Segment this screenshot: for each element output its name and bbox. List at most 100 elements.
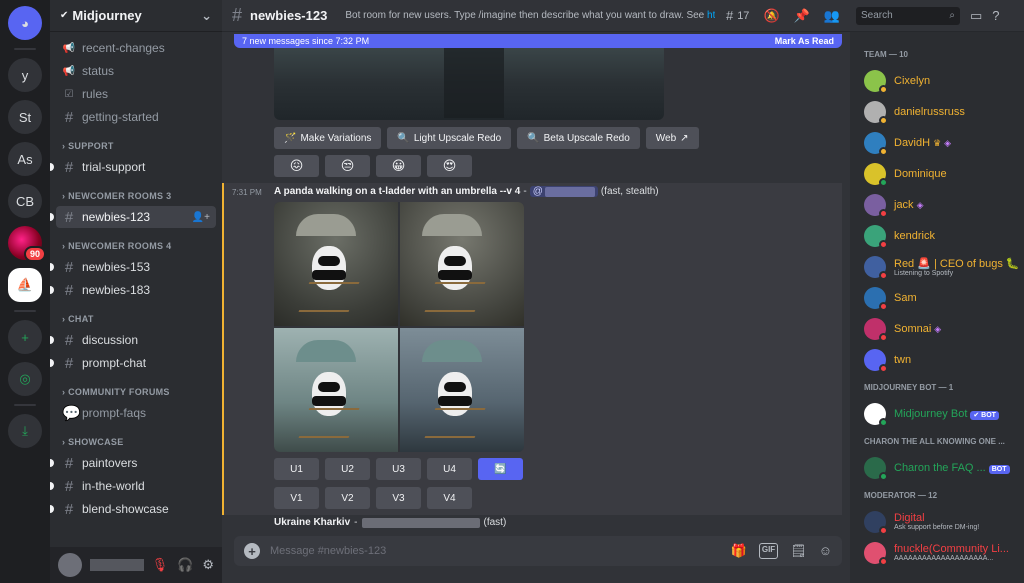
member-item[interactable]: Sam: [858, 282, 1016, 313]
avatar[interactable]: [864, 69, 888, 94]
generated-image[interactable]: [400, 328, 524, 452]
message-composer[interactable]: + Message #newbies-123 🎁 GIF 🗒 ☺: [234, 536, 842, 566]
mute-channel-icon[interactable]: 🔕: [763, 8, 779, 24]
mute-mic-icon[interactable]: 🎙: [152, 557, 169, 573]
member-item[interactable]: Digital Ask support before DM-ing!: [858, 506, 1016, 537]
avatar[interactable]: [864, 255, 888, 280]
variation-v3-button[interactable]: V3: [376, 487, 421, 509]
member-item[interactable]: Somnai ◈: [858, 313, 1016, 344]
server-icon[interactable]: 90: [8, 226, 46, 262]
upscale-u1-button[interactable]: U1: [274, 458, 319, 480]
previous-image[interactable]: [274, 48, 664, 120]
explore-servers-icon[interactable]: ◎: [8, 362, 42, 396]
gear-icon[interactable]: ⚙: [202, 557, 214, 573]
member-item[interactable]: Charon the FAQ ... BOT: [858, 452, 1016, 483]
category-chat[interactable]: › CHAT: [56, 302, 216, 328]
member-item[interactable]: Dominique: [858, 158, 1016, 189]
sticker-icon[interactable]: 🗒: [790, 543, 807, 559]
generated-image[interactable]: [274, 202, 398, 326]
channel-getting-started[interactable]: # getting-started: [56, 106, 216, 128]
member-item[interactable]: twn: [858, 344, 1016, 375]
category-showcase[interactable]: › SHOWCASE: [56, 425, 216, 451]
reaction-button[interactable]: 😖: [274, 155, 319, 177]
server-icon[interactable]: St: [8, 100, 42, 134]
channel-newbies-123[interactable]: # newbies-123 👤+: [50, 206, 216, 228]
button-make-variations[interactable]: 🪄 Make Variations: [274, 127, 382, 149]
reroll-button[interactable]: 🔄: [478, 458, 523, 480]
server-icon[interactable]: CB: [8, 184, 42, 218]
button-beta-upscale-redo[interactable]: 🔍 Beta Upscale Redo: [517, 127, 640, 149]
channel-newbies-183[interactable]: # newbies-183: [50, 279, 216, 301]
attach-plus-icon[interactable]: +: [244, 543, 260, 559]
generated-image[interactable]: [400, 202, 524, 326]
channel-in-the-world[interactable]: # in-the-world: [50, 475, 216, 497]
avatar[interactable]: [864, 510, 888, 535]
channel-rules[interactable]: ☑ rules: [56, 83, 216, 105]
avatar[interactable]: [864, 162, 888, 187]
gift-icon[interactable]: 🎁: [731, 543, 747, 559]
channel-discussion[interactable]: # discussion: [50, 329, 216, 351]
category-newcomer-rooms-4[interactable]: › NEWCOMER ROOMS 4: [56, 229, 216, 255]
avatar[interactable]: [864, 348, 888, 373]
avatar[interactable]: [864, 286, 888, 311]
image-grid[interactable]: [274, 202, 524, 452]
member-item[interactable]: danielrussruss: [858, 96, 1016, 127]
headphones-icon[interactable]: 🎧: [177, 557, 193, 573]
avatar[interactable]: [864, 131, 888, 156]
avatar[interactable]: [864, 541, 888, 566]
avatar[interactable]: [58, 553, 82, 577]
avatar[interactable]: [864, 100, 888, 125]
server-icon[interactable]: As: [8, 142, 42, 176]
discord-home-icon[interactable]: ◕: [8, 6, 42, 40]
member-item[interactable]: jack ◈: [858, 189, 1016, 220]
member-item[interactable]: fnuckle(Community Li... AAAAAAAAAAAAAAAAA…: [858, 537, 1016, 568]
channel-newbies-153[interactable]: # newbies-153: [50, 256, 216, 278]
user-mention[interactable]: @: [529, 186, 598, 197]
guild-header[interactable]: ✔ Midjourney ⌄: [50, 0, 222, 32]
mark-as-read-button[interactable]: Mark As Read: [775, 36, 834, 46]
variation-v4-button[interactable]: V4: [427, 487, 472, 509]
channel-prompt-faqs[interactable]: 💬 prompt-faqs: [56, 402, 216, 424]
upscale-u2-button[interactable]: U2: [325, 458, 370, 480]
category-support[interactable]: › SUPPORT: [56, 129, 216, 155]
search-input[interactable]: Search ⌕: [856, 6, 960, 25]
members-icon[interactable]: 👥: [824, 8, 840, 24]
channel-topic[interactable]: Bot room for new users. Type /imagine th…: [345, 10, 715, 21]
button-light-upscale-redo[interactable]: 🔍 Light Upscale Redo: [387, 127, 512, 149]
midjourney-server-icon[interactable]: ⛵: [8, 268, 42, 302]
download-apps-icon[interactable]: ⤓: [8, 414, 42, 448]
add-server-icon[interactable]: +: [8, 320, 42, 354]
threads-icon[interactable]: #: [726, 8, 733, 23]
generated-image[interactable]: [274, 328, 398, 452]
channel-trial-support[interactable]: # trial-support: [50, 156, 216, 178]
avatar[interactable]: [864, 456, 888, 481]
emoji-icon[interactable]: ☺: [819, 543, 832, 559]
avatar[interactable]: [864, 317, 888, 342]
new-messages-bar[interactable]: 7 new messages since 7:32 PM Mark As Rea…: [234, 34, 842, 48]
member-item[interactable]: Red 🚨 | CEO of bugs 🐛 Listening to Spotif…: [858, 251, 1020, 282]
member-item[interactable]: Midjourney Bot ✔ BOT: [858, 398, 1016, 429]
topic-link[interactable]: https:: [707, 10, 715, 21]
avatar[interactable]: [864, 402, 888, 427]
help-icon[interactable]: ?: [992, 8, 999, 23]
variation-v1-button[interactable]: V1: [274, 487, 319, 509]
channel-blend-showcase[interactable]: # blend-showcase: [50, 498, 216, 520]
member-item[interactable]: DavidH ♛ ◈: [858, 127, 1016, 158]
member-item[interactable]: Cixelyn: [858, 65, 1016, 96]
button-web[interactable]: Web ↗: [645, 127, 699, 149]
message-input[interactable]: Message #newbies-123: [270, 545, 386, 557]
upscale-u3-button[interactable]: U3: [376, 458, 421, 480]
pin-icon[interactable]: 📌: [794, 8, 810, 24]
channel-recent-changes[interactable]: 📢 recent-changes: [56, 37, 216, 59]
category-newcomer-rooms-3[interactable]: › NEWCOMER ROOMS 3: [56, 179, 216, 205]
avatar[interactable]: [864, 193, 888, 218]
gif-button[interactable]: GIF: [758, 543, 779, 559]
channel-paintovers[interactable]: # paintovers: [50, 452, 216, 474]
avatar[interactable]: [864, 224, 888, 249]
server-icon[interactable]: y: [8, 58, 42, 92]
category-community-forums[interactable]: › COMMUNITY FORUMS: [56, 375, 216, 401]
upscale-u4-button[interactable]: U4: [427, 458, 472, 480]
member-item[interactable]: kendrick: [858, 220, 1016, 251]
inbox-icon[interactable]: ▭: [970, 8, 982, 24]
reaction-button[interactable]: 😍: [427, 155, 472, 177]
